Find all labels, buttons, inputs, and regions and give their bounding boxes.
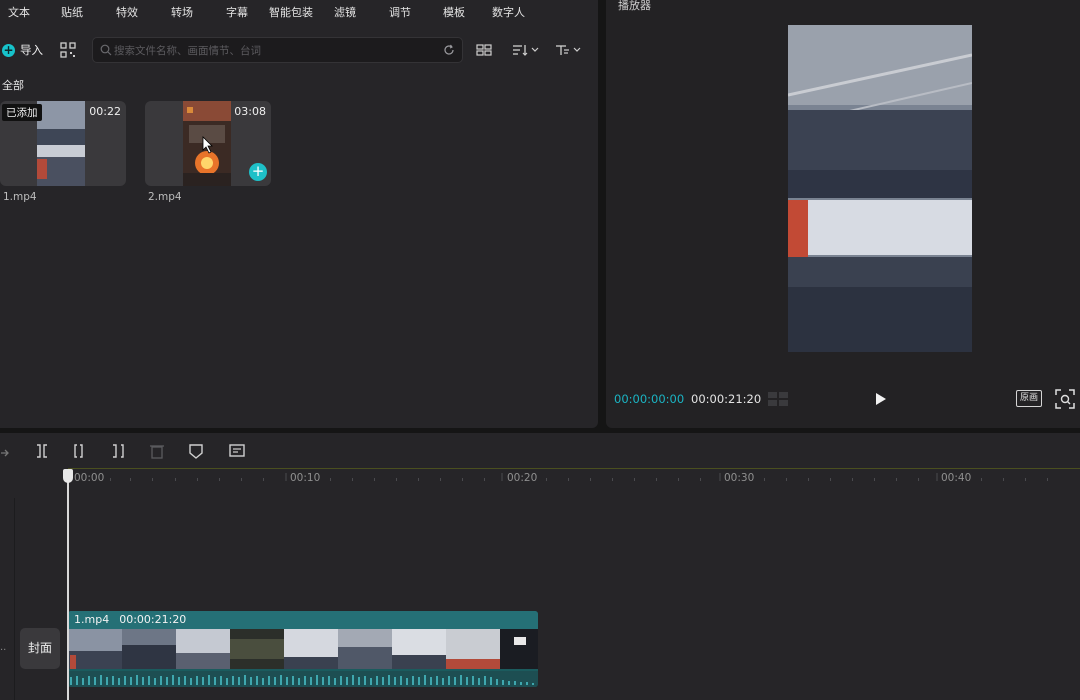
split-icon[interactable] [33, 442, 51, 460]
play-icon[interactable] [872, 391, 888, 407]
clip-header: 1.mp4 00:00:21:20 [68, 611, 538, 629]
ratio-button[interactable]: 原画 [1016, 390, 1042, 407]
cover-button[interactable]: 封面 [20, 628, 60, 669]
playhead[interactable] [67, 470, 69, 700]
split-right-icon[interactable] [109, 442, 127, 460]
tab-adjust[interactable]: 调节 [389, 4, 411, 20]
subtitle-icon[interactable] [228, 442, 246, 460]
media-duration: 03:08 [234, 105, 266, 118]
grid-overlay-icon[interactable] [767, 391, 789, 407]
delete-icon[interactable] [148, 442, 166, 460]
media-card-1[interactable]: 已添加 00:22 [0, 101, 126, 186]
media-name: 1.mp4 [3, 191, 37, 203]
clip-name: 1.mp4 [74, 613, 110, 626]
redo-icon[interactable] [0, 442, 12, 460]
total-timecode: 00:00:21:20 [691, 392, 762, 406]
timeline-ruler[interactable] [0, 467, 1080, 487]
playhead-handle[interactable] [63, 469, 73, 483]
tab-smart-pack[interactable]: 智能包装 [269, 4, 313, 20]
mouse-cursor-icon [202, 136, 213, 154]
clip-thumbnails [68, 629, 538, 669]
fullscreen-icon[interactable] [1055, 389, 1075, 409]
ruler-label: 00:40 [941, 472, 972, 484]
tab-filters[interactable]: 滤镜 [334, 4, 356, 20]
media-duration: 00:22 [89, 105, 121, 118]
refresh-icon[interactable] [443, 44, 455, 56]
split-left-icon[interactable] [71, 442, 89, 460]
added-badge: 已添加 [2, 104, 42, 121]
media-thumbnail [37, 101, 85, 186]
player-title: 播放器 [618, 0, 651, 12]
tab-transitions[interactable]: 转场 [171, 4, 193, 20]
search-input[interactable] [114, 42, 434, 59]
clip-duration: 00:00:21:20 [119, 613, 187, 626]
track-menu-icon[interactable]: ·· [0, 645, 6, 656]
ruler-label: 00:10 [290, 472, 321, 484]
tab-stickers[interactable]: 贴纸 [61, 4, 83, 20]
ruler-label: 00:00 [74, 472, 105, 484]
video-preview[interactable] [788, 25, 972, 352]
category-tabs: 文本 贴纸 特效 转场 字幕 智能包装 滤镜 调节 模板 数字人 [0, 0, 598, 22]
grid-view-icon[interactable] [476, 42, 492, 58]
tab-text[interactable]: 文本 [8, 4, 30, 20]
search-icon [100, 44, 112, 56]
media-panel [0, 0, 598, 428]
sort-icon[interactable] [512, 42, 540, 58]
tab-effects[interactable]: 特效 [116, 4, 138, 20]
marker-icon[interactable] [187, 442, 205, 460]
qr-icon[interactable] [60, 42, 76, 58]
tab-digital-human[interactable]: 数字人 [492, 4, 525, 20]
ruler-label: 00:30 [724, 472, 755, 484]
ruler-label: 00:20 [507, 472, 538, 484]
section-all-label: 全部 [2, 79, 24, 92]
media-name: 2.mp4 [148, 191, 182, 203]
audio-waveform [68, 671, 538, 687]
filter-icon[interactable] [555, 42, 583, 58]
track-header-column [0, 498, 15, 700]
tab-templates[interactable]: 模板 [443, 4, 465, 20]
current-timecode: 00:00:00:00 [614, 392, 685, 406]
search-box [92, 37, 463, 63]
video-clip[interactable]: 1.mp4 00:00:21:20 [68, 611, 538, 687]
import-button[interactable]: + 导入 [2, 39, 43, 61]
add-to-timeline-icon[interactable]: + [249, 163, 267, 181]
plus-icon: + [2, 42, 15, 57]
import-label: 导入 [20, 43, 43, 57]
tab-captions[interactable]: 字幕 [226, 4, 248, 20]
